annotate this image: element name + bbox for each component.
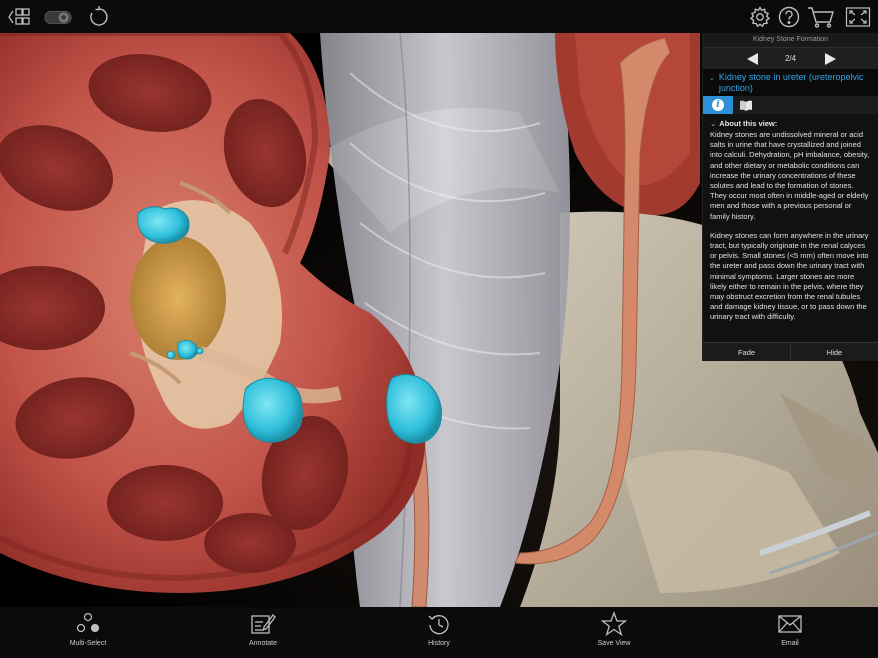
hide-button[interactable]: Hide (790, 343, 878, 361)
view-page-counter: 2/4 (784, 54, 797, 63)
kidney-stone-pelvis (242, 377, 303, 443)
book-icon (740, 100, 752, 111)
view-navigation: 2/4 (703, 47, 878, 69)
help-icon[interactable] (776, 4, 802, 30)
grid-menu-icon[interactable] (6, 4, 32, 30)
settings-icon[interactable] (747, 4, 773, 30)
save-view-button[interactable]: Save View (569, 611, 659, 647)
about-heading[interactable]: ⌄ About this view: (710, 119, 871, 128)
panel-buttons: Fade Hide (703, 342, 878, 361)
panel-tabs: i (703, 96, 878, 114)
chevron-down-icon: ⌄ (709, 75, 715, 82)
toggle-switch-icon[interactable] (42, 4, 74, 30)
email-icon (778, 615, 802, 633)
about-paragraph-2: Kidney stones can form anywhere in the u… (710, 230, 869, 322)
star-icon (601, 611, 627, 637)
email-button[interactable]: Email (745, 611, 835, 647)
multi-select-icon (76, 612, 100, 633)
history-icon (428, 615, 449, 635)
multi-select-button[interactable]: Multi-Select (43, 611, 133, 647)
panel-title: Kidney Stone Formation (703, 33, 878, 47)
annotate-button[interactable]: Annotate (218, 611, 308, 647)
fade-button[interactable]: Fade (703, 343, 790, 361)
chevron-down-icon: ⌄ (710, 119, 717, 128)
cart-icon[interactable] (806, 4, 836, 30)
about-section: ⌄ About this view: Kidney stones are undi… (703, 114, 878, 323)
next-view-icon[interactable] (825, 53, 836, 65)
view-title-row[interactable]: ⌄ Kidney stone in ureter (ureteropelvic … (703, 69, 878, 96)
view-title: Kidney stone in ureter (ureteropelvic ju… (718, 72, 864, 93)
book-tab[interactable] (739, 99, 753, 111)
reset-icon[interactable] (86, 4, 112, 30)
fullscreen-icon[interactable] (844, 4, 872, 30)
about-paragraph-1: Kidney stones are undissolved mineral or… (710, 130, 870, 221)
info-icon: i (712, 99, 724, 111)
top-toolbar (0, 0, 878, 33)
bottom-toolbar: Multi-Select Annotate History Save View … (0, 607, 878, 658)
info-panel: Kidney Stone Formation 2/4 ⌄ Kidney ston… (702, 33, 878, 361)
info-tab[interactable]: i (703, 96, 733, 114)
history-button[interactable]: History (394, 611, 484, 647)
annotate-icon (251, 614, 276, 634)
